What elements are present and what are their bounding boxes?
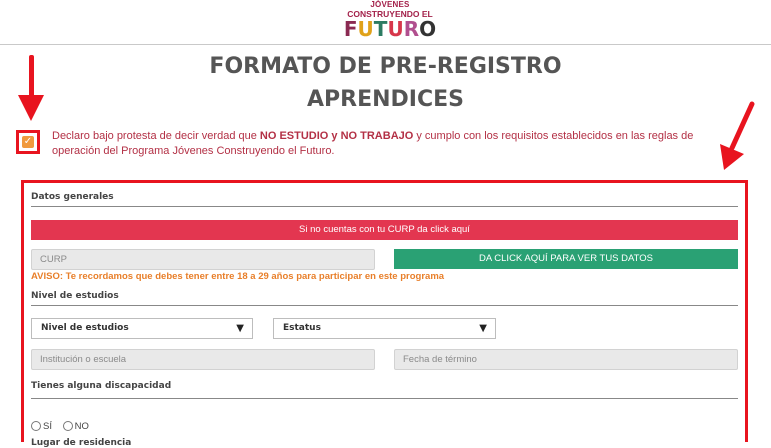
end-date-input[interactable]: Fecha de término <box>394 349 738 370</box>
education-level-value: Nivel de estudios <box>41 323 129 333</box>
disability-yes-radio[interactable] <box>31 421 41 431</box>
disability-no-label: NO <box>74 421 89 432</box>
no-curp-link-button[interactable]: Si no cuentas con tu CURP da click aquí <box>31 220 738 240</box>
section-title-education: Nivel de estudios <box>31 291 119 301</box>
logo-letter: O <box>419 16 437 41</box>
logo-letter: T <box>373 16 388 41</box>
logo-letter: F <box>343 16 358 41</box>
section-divider <box>31 305 738 306</box>
institution-input[interactable]: Institución o escuela <box>31 349 375 370</box>
red-arrow-icon <box>18 55 44 121</box>
disability-yes-label: SÍ <box>43 421 52 432</box>
logo-letter: U <box>387 16 404 41</box>
logo-line-1: JÓVENES <box>370 0 410 9</box>
declaration-text-bold: NO ESTUDIO y NO TRABAJO <box>259 130 414 142</box>
page-title-line-1: FORMATO DE PRE-REGISTRO <box>209 54 562 79</box>
view-data-button[interactable]: DA CLICK AQUÍ PARA VER TUS DATOS <box>394 249 738 269</box>
declaration-text: Declaro bajo protesta de decir verdad qu… <box>52 129 732 159</box>
triangle-down-icon: ▼ <box>236 323 244 334</box>
section-title-disability: Tienes alguna discapacidad <box>31 381 172 391</box>
curp-input[interactable]: CURP <box>31 249 375 270</box>
check-icon: ✓ <box>23 136 33 147</box>
education-level-select[interactable]: Nivel de estudios ▼ <box>31 318 253 339</box>
disability-radio-group: SÍ NO <box>31 421 97 432</box>
site-header: JÓVENES CONSTRUYENDO EL FUTURO <box>0 0 771 45</box>
arrow-head <box>18 95 44 121</box>
declaration-text-before: Declaro bajo protesta de decir verdad qu… <box>52 130 260 142</box>
section-title-residence: Lugar de residencia <box>31 438 132 448</box>
declaration-checkbox[interactable]: ✓ <box>22 136 34 148</box>
section-title-general: Datos generales <box>31 192 114 202</box>
age-notice: AVISO: Te recordamos que debes tener ent… <box>31 271 445 282</box>
logo-letter: U <box>357 16 374 41</box>
triangle-down-icon: ▼ <box>479 323 487 334</box>
status-value: Estatus <box>283 323 321 333</box>
status-select[interactable]: Estatus ▼ <box>273 318 496 339</box>
section-divider <box>31 398 738 399</box>
logo-word: FUTURO <box>340 19 440 39</box>
declaration-checkbox-highlight: ✓ <box>16 130 40 154</box>
logo-letter: R <box>403 16 420 41</box>
section-divider <box>31 206 738 207</box>
disability-no-radio[interactable] <box>62 421 73 431</box>
page-title-line-2: APRENDICES <box>307 87 464 112</box>
jovenes-construyendo-el-futuro-logo[interactable]: JÓVENES CONSTRUYENDO EL FUTURO <box>340 1 440 41</box>
